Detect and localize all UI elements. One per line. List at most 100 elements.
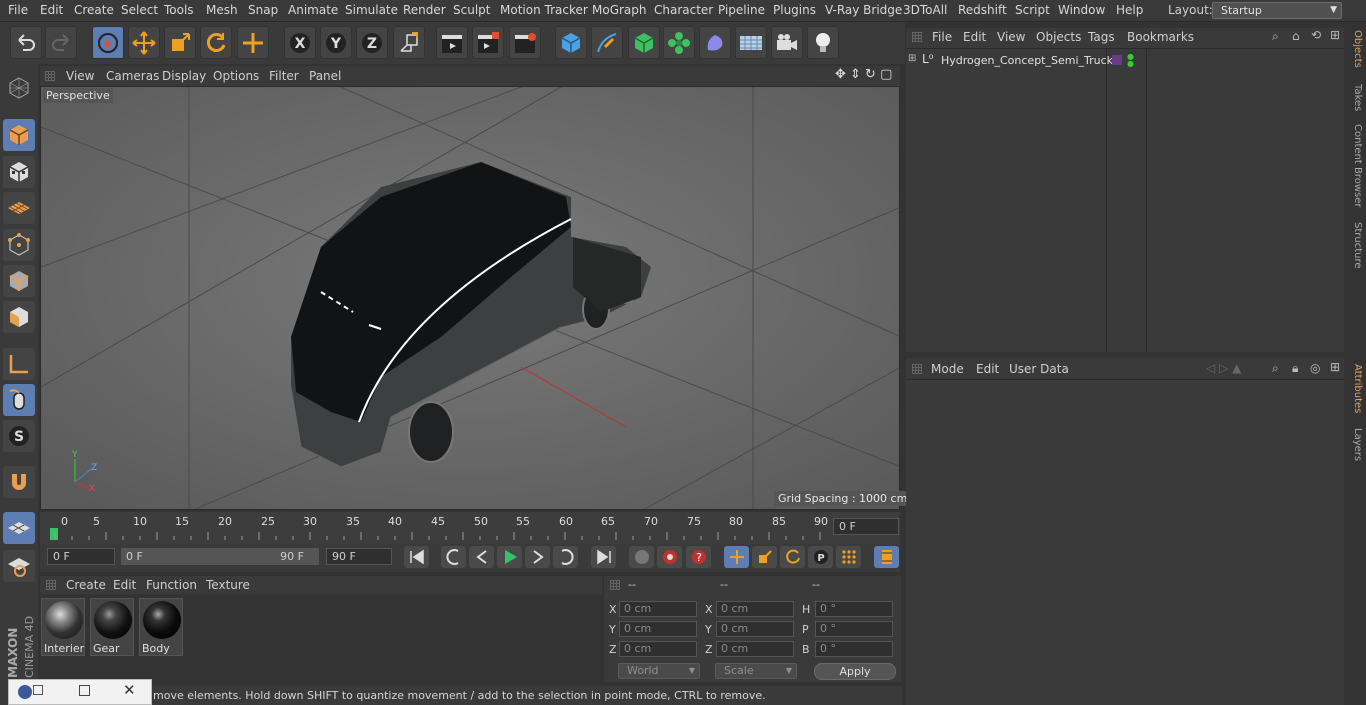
pen-spline-button[interactable] (591, 26, 623, 59)
tab-objects[interactable]: Objects (1347, 30, 1363, 68)
current-frame-field[interactable]: 0 F (833, 518, 899, 535)
menu-plugins[interactable]: Plugins (773, 3, 816, 17)
preview-range-slider[interactable]: 0 F 90 F (121, 548, 319, 565)
menu-render[interactable]: Render (403, 3, 446, 17)
attributes-menu-edit[interactable]: Edit (976, 362, 999, 376)
history-arrows-icon[interactable]: ◁ ▷ ▲ (1206, 361, 1241, 375)
transform-mode-dropdown[interactable]: Scale ▼ (715, 663, 797, 679)
tab-layers[interactable]: Layers (1347, 428, 1363, 461)
tweak-mode-button[interactable] (3, 384, 35, 416)
position-y-field[interactable]: 0 cm (619, 621, 697, 637)
next-key-button[interactable] (553, 546, 578, 568)
edges-mode-button[interactable] (3, 265, 35, 297)
visibility-dots-icon[interactable]: ● ● (1127, 53, 1134, 68)
viewport-menu-view[interactable]: View (66, 69, 94, 83)
floor-button[interactable] (735, 26, 767, 59)
menu-character[interactable]: Character (654, 3, 713, 17)
snap-button[interactable] (3, 466, 35, 498)
menu-redshift[interactable]: Redshift (958, 3, 1007, 17)
key-pla-button[interactable] (836, 546, 861, 568)
objects-menu-file[interactable]: File (932, 30, 952, 44)
rotate-tool-button[interactable] (200, 26, 232, 59)
next-frame-button[interactable] (525, 546, 550, 568)
viewport-menu-options[interactable]: Options (213, 69, 259, 83)
search-icon[interactable]: ⌕ (1272, 361, 1279, 376)
menu-select[interactable]: Select (121, 3, 158, 17)
viewport-menu-display[interactable]: Display (162, 69, 206, 83)
y-axis-button[interactable]: Y (320, 26, 352, 59)
menu-simulate[interactable]: Simulate (345, 3, 398, 17)
key-scale-button[interactable] (752, 546, 777, 568)
material-menu-function[interactable]: Function (146, 578, 197, 592)
rotation-p-field[interactable]: 0 ° (815, 621, 893, 637)
camera-button[interactable] (771, 26, 803, 59)
menu-snap[interactable]: Snap (248, 3, 278, 17)
menu-file[interactable]: File (8, 3, 28, 17)
prev-frame-button[interactable] (469, 546, 494, 568)
attributes-menu-mode[interactable]: Mode (931, 362, 964, 376)
new-panel-icon[interactable]: ⊞ (1330, 360, 1340, 374)
material-menu-edit[interactable]: Edit (113, 578, 136, 592)
new-panel-icon[interactable]: ⊞ (1330, 28, 1340, 42)
menu-tools[interactable]: Tools (164, 3, 194, 17)
menu-create[interactable]: Create (74, 3, 114, 17)
keyframe-help-button[interactable]: ? (686, 546, 711, 568)
quantize-button[interactable] (3, 550, 35, 582)
light-button[interactable] (807, 26, 839, 59)
start-frame-field[interactable]: 0 F (47, 548, 115, 565)
size-y-field[interactable]: 0 cm (716, 621, 794, 637)
restore-icon[interactable] (33, 685, 43, 695)
menu-pipeline[interactable]: Pipeline (718, 3, 765, 17)
expand-icon[interactable]: ⊞ (908, 53, 916, 64)
redo-button[interactable] (45, 26, 77, 59)
timeline-ruler[interactable]: 0 5 10 15 20 25 30 35 40 45 50 55 60 65 … (40, 512, 900, 544)
material-swatch-body[interactable]: Body (139, 598, 183, 656)
menu-3dtoall[interactable]: 3DToAll (903, 3, 947, 17)
render-view-button[interactable] (436, 26, 468, 59)
play-button[interactable] (497, 546, 522, 568)
transform-tool-button[interactable] (237, 26, 269, 59)
viewport-menu-panel[interactable]: Panel (309, 69, 341, 83)
home-icon[interactable]: ⌂ (1292, 29, 1300, 43)
key-rotation-button[interactable] (780, 546, 805, 568)
generators-button[interactable] (628, 26, 660, 59)
rotation-b-field[interactable]: 0 ° (815, 641, 893, 657)
workplane-lock-button[interactable] (3, 512, 35, 544)
maximize-icon[interactable] (79, 685, 90, 696)
position-z-field[interactable]: 0 cm (619, 641, 697, 657)
search-icon[interactable]: ⌕ (1272, 29, 1279, 44)
menu-motion-tracker[interactable]: Motion Tracker (500, 3, 588, 17)
menu-help[interactable]: Help (1116, 3, 1143, 17)
objects-menu-tags[interactable]: Tags (1088, 30, 1115, 44)
end-frame-field[interactable]: 90 F (326, 548, 392, 565)
goto-start-button[interactable] (404, 546, 429, 568)
coordinate-system-button[interactable] (393, 26, 425, 59)
prev-key-button[interactable] (441, 546, 466, 568)
material-swatch-interier[interactable]: Interier (41, 598, 85, 656)
tab-structure[interactable]: Structure (1347, 222, 1363, 269)
undo-button[interactable] (10, 26, 42, 59)
menu-edit[interactable]: Edit (40, 3, 63, 17)
solo-mode-button[interactable]: S (3, 420, 35, 452)
objects-menu-bookmarks[interactable]: Bookmarks (1127, 30, 1194, 44)
model-mode-button[interactable] (3, 119, 35, 151)
back-icon[interactable]: ⟲ (1311, 28, 1321, 42)
material-menu-create[interactable]: Create (66, 578, 106, 592)
timeline-window-button[interactable] (874, 546, 899, 568)
layout-select[interactable]: Startup ▼ (1212, 2, 1342, 19)
tab-takes[interactable]: Takes (1347, 84, 1363, 111)
live-selection-button[interactable] (92, 26, 124, 59)
apply-button[interactable]: Apply (814, 663, 896, 680)
points-mode-button[interactable] (3, 229, 35, 261)
tab-attributes[interactable]: Attributes (1347, 364, 1363, 413)
menu-mesh[interactable]: Mesh (206, 3, 238, 17)
scale-tool-button[interactable] (164, 26, 196, 59)
viewport-nav-icons[interactable]: ✥ ⇕ ↻ ▢ (835, 67, 892, 82)
x-axis-button[interactable]: X (284, 26, 316, 59)
menu-vray-bridge[interactable]: V-Ray Bridge (825, 3, 902, 17)
position-x-field[interactable]: 0 cm (619, 601, 697, 617)
motion-record-button[interactable] (629, 546, 654, 568)
target-icon[interactable]: ◎ (1310, 361, 1320, 375)
key-position-button[interactable] (724, 546, 749, 568)
menu-sculpt[interactable]: Sculpt (453, 3, 490, 17)
